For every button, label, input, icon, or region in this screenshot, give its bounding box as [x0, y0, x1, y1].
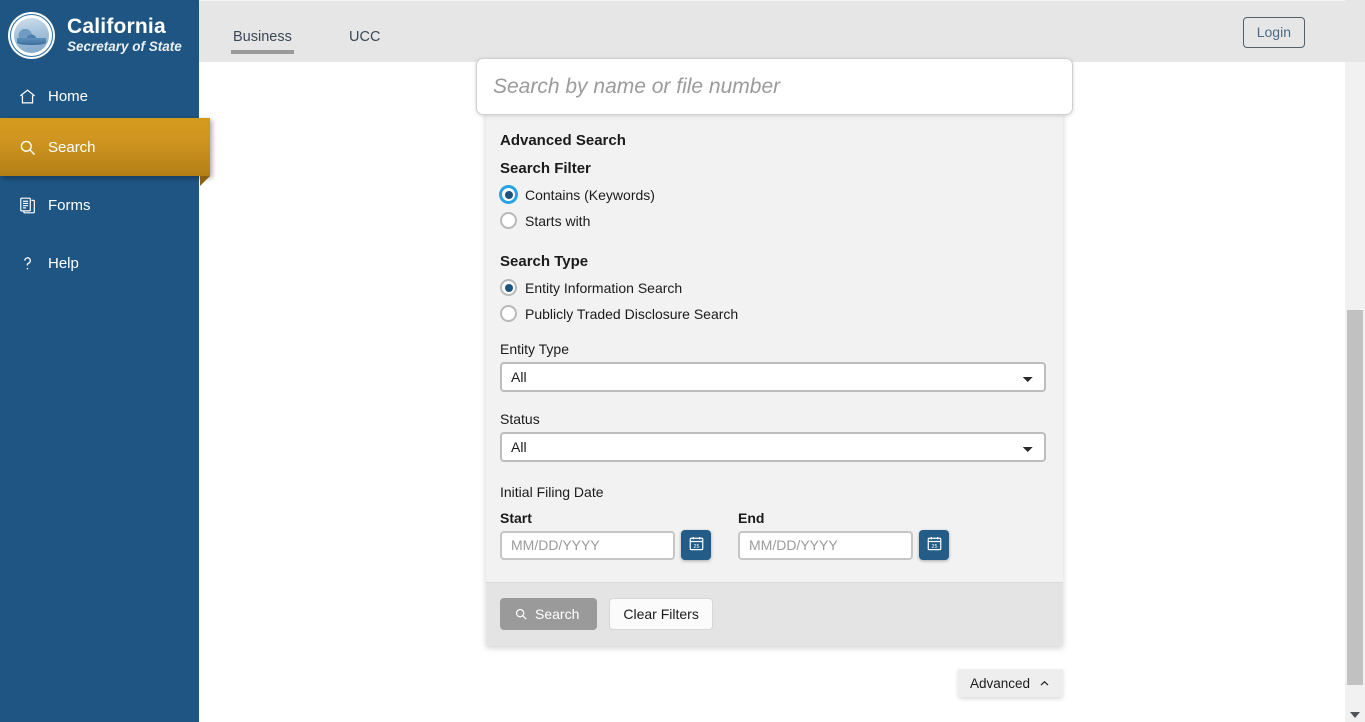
brand-subtitle: Secretary of State [67, 39, 182, 55]
forms-icon [14, 196, 40, 215]
sidebar-item-label-home: Home [48, 87, 89, 105]
radio-contains-keywords[interactable]: Contains (Keywords) [500, 186, 1049, 203]
filing-date-end-label: End [738, 510, 765, 526]
radio-entity-information-search-label: Entity Information Search [525, 279, 683, 296]
entity-type-label: Entity Type [500, 341, 570, 357]
entity-type-select[interactable]: All [500, 362, 1046, 392]
radio-starts-with-label: Starts with [525, 212, 591, 229]
sidebar: California Secretary of State Home Searc… [0, 0, 210, 722]
svg-text:25: 25 [931, 544, 937, 550]
main-content: Advanced Search Search Filter Contains (… [199, 58, 1345, 722]
tab-ucc[interactable]: UCC [349, 29, 380, 54]
panel-footer: Search Clear Filters [486, 583, 1063, 646]
scroll-down-arrow-icon[interactable] [1350, 712, 1360, 718]
sidebar-item-label-search: Search [48, 138, 96, 156]
filing-date-end-group: End 25 [738, 510, 949, 560]
filing-date-start-label: Start [500, 510, 532, 526]
sidebar-item-home[interactable]: Home [0, 67, 199, 125]
login-button[interactable]: Login [1242, 17, 1305, 48]
sidebar-item-label-help: Help [48, 254, 79, 272]
status-label: Status [500, 411, 540, 427]
scrollbar-top-cap [1345, 0, 1365, 62]
home-icon [14, 87, 40, 106]
brand-header: California Secretary of State [0, 0, 199, 62]
filing-date-end-calendar-button[interactable]: 25 [919, 530, 949, 560]
initial-filing-date-label: Initial Filing Date [500, 484, 604, 500]
radio-contains-keywords-label: Contains (Keywords) [525, 186, 655, 203]
search-box-wrapper [476, 58, 1073, 115]
radio-entity-information-search[interactable]: Entity Information Search [500, 279, 1049, 296]
search-type-heading: Search Type [500, 253, 589, 270]
radio-contains-keywords-control[interactable] [500, 186, 517, 203]
advanced-search-panel: Advanced Search Search Filter Contains (… [486, 62, 1063, 646]
sidebar-item-label-forms: Forms [48, 196, 91, 214]
advanced-toggle-button[interactable]: Advanced [957, 669, 1063, 697]
filing-date-start-calendar-button[interactable]: 25 [681, 530, 711, 560]
advanced-search-heading: Advanced Search [500, 132, 626, 149]
svg-text:25: 25 [693, 544, 699, 550]
california-state-seal-icon [8, 12, 55, 59]
filing-date-end-input[interactable] [738, 530, 913, 560]
ribbon-fold [200, 176, 210, 186]
search-button[interactable]: Search [500, 598, 598, 630]
filing-date-start-input[interactable] [500, 530, 675, 560]
help-icon [14, 254, 40, 273]
sidebar-item-search[interactable]: Search [0, 118, 210, 186]
search-icon [514, 607, 528, 621]
search-button-label: Search [535, 606, 580, 622]
radio-entity-information-search-control[interactable] [500, 279, 517, 296]
calendar-icon: 25 [926, 535, 943, 555]
search-filter-heading: Search Filter [500, 160, 591, 177]
initial-filing-date-row: Start 25 [500, 510, 1049, 560]
brand-title: California [67, 15, 166, 39]
clear-filters-button[interactable]: Clear Filters [609, 598, 713, 630]
advanced-toggle-label: Advanced [969, 675, 1030, 691]
top-bar: Business UCC Login [199, 0, 1345, 62]
radio-starts-with-control[interactable] [500, 212, 517, 229]
tab-business[interactable]: Business [231, 29, 294, 54]
scrollbar-thumb[interactable] [1347, 310, 1363, 685]
radio-publicly-traded-disclosure-search-control[interactable] [500, 305, 517, 322]
chevron-up-icon [1038, 677, 1051, 690]
radio-starts-with[interactable]: Starts with [500, 212, 1049, 229]
calendar-icon: 25 [688, 535, 705, 555]
status-select[interactable]: All [500, 432, 1046, 462]
search-icon [14, 138, 40, 157]
sidebar-item-forms[interactable]: Forms [0, 176, 199, 234]
page-scrollbar[interactable] [1345, 0, 1365, 722]
search-input[interactable] [476, 58, 1073, 115]
filing-date-start-group: Start 25 [500, 510, 711, 560]
brand-text: California Secretary of State [67, 16, 182, 54]
radio-publicly-traded-disclosure-search[interactable]: Publicly Traded Disclosure Search [500, 305, 1049, 322]
sidebar-item-help[interactable]: Help [0, 234, 199, 292]
radio-publicly-traded-disclosure-search-label: Publicly Traded Disclosure Search [525, 305, 739, 322]
